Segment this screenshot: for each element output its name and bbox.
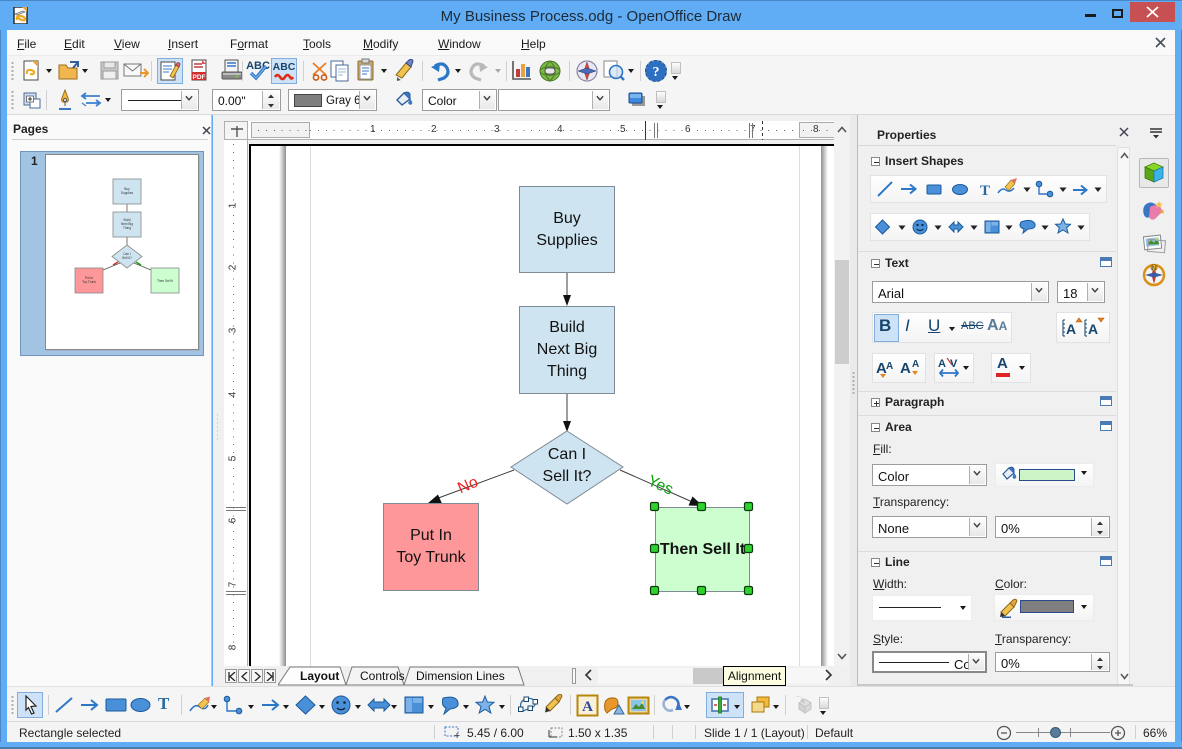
svg-text:?: ? (653, 65, 660, 80)
svg-text:PDF: PDF (193, 74, 206, 81)
svg-text:N: N (1152, 266, 1156, 272)
svg-text:A: A (582, 699, 593, 715)
svg-text:ABC: ABC (273, 61, 295, 73)
svg-text:ABC: ABC (246, 60, 270, 72)
svg-text:A: A (900, 360, 911, 377)
svg-text:Layout: Layout (300, 669, 339, 683)
svg-text:Controls: Controls (360, 669, 405, 683)
svg-text:A: A (886, 361, 893, 372)
svg-text:A: A (1066, 321, 1076, 337)
svg-text:A: A (912, 359, 919, 370)
svg-text:Thing: Thing (123, 226, 131, 230)
svg-text:Supplies: Supplies (121, 191, 134, 195)
svg-text:A: A (938, 358, 946, 370)
svg-text:Sell It?: Sell It? (122, 256, 132, 260)
svg-text:Then Sell It: Then Sell It (157, 279, 173, 283)
svg-text:Dimension Lines: Dimension Lines (416, 669, 505, 683)
svg-text:A: A (1088, 321, 1098, 337)
svg-text:Toy Trunk: Toy Trunk (82, 280, 96, 284)
svg-text:T: T (980, 183, 990, 199)
